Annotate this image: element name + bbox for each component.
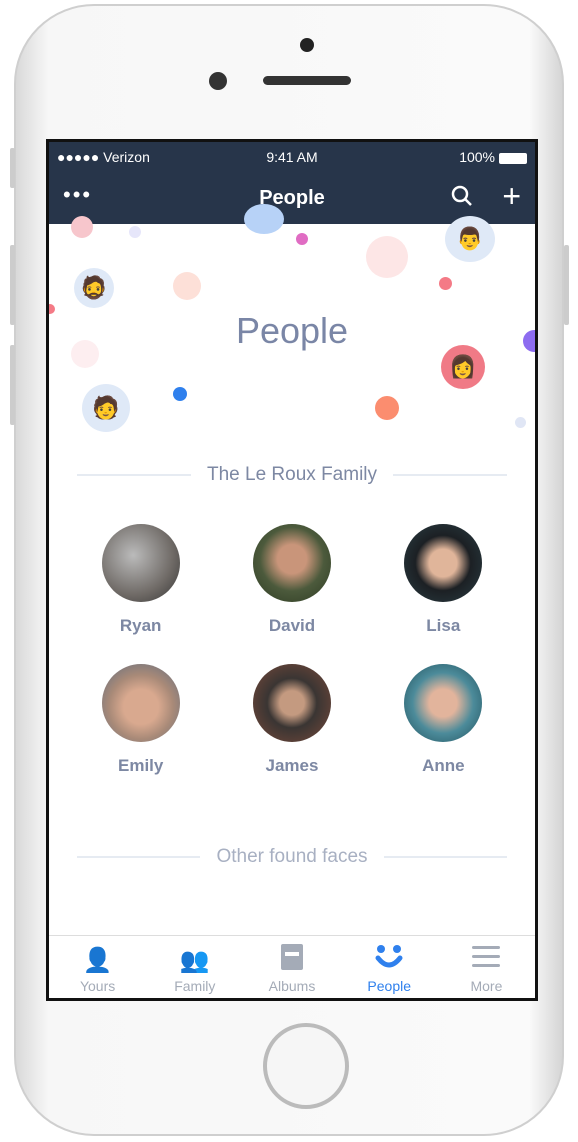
avatar [101, 524, 180, 602]
person-name: Ryan [119, 616, 162, 635]
tab-label: People [367, 978, 411, 994]
tab-bar: 👤 Yours 👥 Family Albums People More [49, 935, 535, 998]
person-icon: 👤 [82, 947, 113, 974]
decor-dot [439, 277, 452, 290]
cartoon-avatar: 🧔 [74, 268, 114, 308]
speaker [263, 76, 351, 85]
person-name: Emily [117, 756, 164, 775]
decor-dot [173, 272, 201, 300]
cartoon-avatar: 👨 [445, 216, 495, 262]
decor-dot [366, 236, 408, 278]
person-name: Lisa [426, 616, 461, 635]
tab-family[interactable]: 👥 Family [146, 936, 243, 998]
cartoon-avatar: 🧑 [82, 384, 130, 432]
decor-dot [244, 204, 284, 234]
person-ryan[interactable]: Ryan [65, 524, 216, 636]
hero-title: People [235, 310, 349, 351]
avatar [404, 664, 483, 742]
decor-dot [71, 216, 93, 238]
search-icon[interactable] [451, 185, 473, 213]
people-grid: Ryan David Lisa Emily James Anne [65, 524, 519, 776]
divider [77, 474, 191, 476]
avatar [252, 524, 331, 602]
person-lisa[interactable]: Lisa [368, 524, 519, 636]
divider [77, 856, 201, 858]
other-faces-title: Other found faces [216, 846, 368, 867]
tab-label: Family [174, 978, 216, 994]
camera [300, 38, 314, 52]
front-camera [209, 72, 227, 90]
tab-albums[interactable]: Albums [243, 936, 340, 998]
tab-label: Yours [79, 978, 116, 994]
person-name: Anne [422, 756, 465, 775]
family-section-header: The Le Roux Family [77, 464, 508, 486]
more-icon[interactable]: ••• [63, 182, 92, 208]
avatar [252, 664, 331, 742]
avatar [404, 524, 483, 602]
family-title: The Le Roux Family [207, 464, 378, 485]
album-icon [281, 944, 303, 978]
tab-people[interactable]: People [341, 936, 438, 998]
home-button[interactable] [263, 1023, 349, 1109]
person-james[interactable]: James [216, 664, 367, 776]
other-faces-header: Other found faces [77, 846, 508, 868]
tab-label: More [470, 978, 503, 994]
decor-dot [173, 387, 187, 401]
tab-more[interactable]: More [438, 936, 535, 998]
mute-switch [10, 148, 15, 188]
smiley-icon [375, 944, 403, 978]
person-name: David [268, 616, 316, 635]
hero-banner: 🧔 🧑 👩 👨 People [49, 204, 535, 464]
power-button [564, 245, 569, 325]
screen: ●●●●● Verizon 9:41 AM 100% ••• People + … [46, 139, 538, 1001]
family-icon: 👥 [179, 947, 210, 974]
divider [383, 856, 508, 858]
volume-down [10, 345, 15, 425]
status-bar: ●●●●● Verizon 9:41 AM 100% [49, 142, 535, 172]
person-name: James [265, 756, 319, 775]
avatar [101, 664, 180, 742]
tab-yours[interactable]: 👤 Yours [49, 936, 146, 998]
volume-up [10, 245, 15, 325]
person-david[interactable]: David [216, 524, 367, 636]
person-anne[interactable]: Anne [368, 664, 519, 776]
menu-icon [472, 944, 501, 978]
decor-dot [296, 233, 308, 245]
decor-dot [515, 417, 526, 428]
person-emily[interactable]: Emily [65, 664, 216, 776]
divider [393, 474, 508, 476]
tab-label: Albums [268, 978, 316, 994]
decor-dot [375, 396, 399, 420]
decor-dot [129, 226, 141, 238]
clock: 9:41 AM [266, 149, 318, 165]
add-icon[interactable]: + [502, 178, 521, 215]
